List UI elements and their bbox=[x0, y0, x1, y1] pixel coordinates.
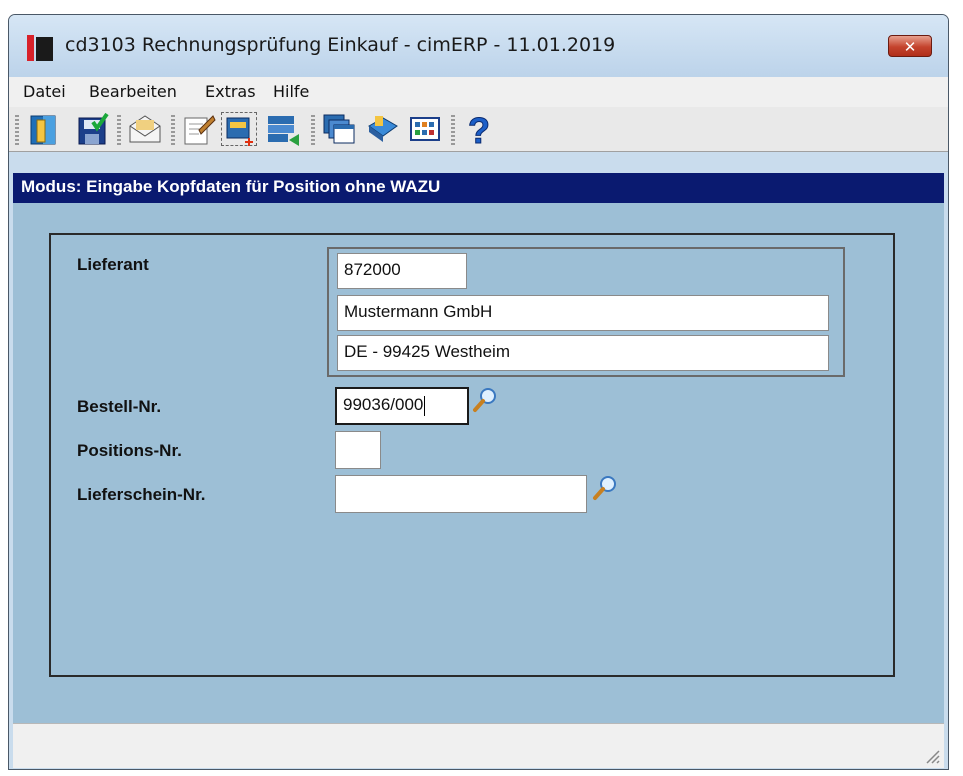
text-caret bbox=[424, 395, 426, 416]
mode-bar: Modus: Eingabe Kopfdaten für Position oh… bbox=[13, 173, 944, 203]
position-label: Positions-Nr. bbox=[77, 441, 182, 460]
new-record-icon[interactable] bbox=[221, 112, 257, 146]
supplier-address-field: DE - 99425 Westheim bbox=[337, 335, 829, 371]
grid-view-icon[interactable] bbox=[407, 112, 443, 146]
toolbar: ? bbox=[9, 107, 948, 152]
import-list-icon[interactable] bbox=[265, 112, 301, 146]
status-bar bbox=[13, 723, 944, 768]
mail-icon[interactable] bbox=[127, 112, 163, 146]
menu-bearbeiten[interactable]: Bearbeiten bbox=[89, 82, 177, 101]
mode-text: Modus: Eingabe Kopfdaten für Position oh… bbox=[21, 177, 441, 196]
close-button[interactable]: ✕ bbox=[888, 35, 932, 57]
order-search-icon[interactable] bbox=[471, 385, 499, 413]
delivery-search-icon[interactable] bbox=[591, 473, 619, 501]
exit-door-icon[interactable] bbox=[27, 112, 63, 146]
menu-hilfe[interactable]: Hilfe bbox=[273, 82, 309, 101]
save-icon[interactable] bbox=[75, 112, 111, 146]
title-bar[interactable]: cd3103 Rechnungsprüfung Einkauf - cimERP… bbox=[9, 15, 948, 77]
help-icon[interactable]: ? bbox=[461, 112, 497, 146]
app-icon bbox=[27, 35, 53, 61]
menu-extras[interactable]: Extras bbox=[205, 82, 256, 101]
supplier-label: Lieferant bbox=[77, 255, 149, 274]
resize-grip-icon[interactable] bbox=[922, 746, 940, 764]
main-window: cd3103 Rechnungsprüfung Einkauf - cimERP… bbox=[8, 14, 949, 770]
order-number-input[interactable]: 99036/000 bbox=[335, 387, 469, 425]
position-number-input[interactable] bbox=[335, 431, 381, 469]
svg-text:?: ? bbox=[468, 112, 490, 146]
order-label: Bestell-Nr. bbox=[77, 397, 162, 416]
window-title: cd3103 Rechnungsprüfung Einkauf - cimERP… bbox=[65, 34, 616, 56]
delivery-note-input[interactable] bbox=[335, 475, 587, 513]
edit-document-icon[interactable] bbox=[181, 112, 217, 146]
supplier-box: 872000 Mustermann GmbH DE - 99425 Westhe… bbox=[327, 247, 845, 377]
content-area: Lieferant 872000 Mustermann GmbH DE - 99… bbox=[13, 203, 944, 723]
windows-icon[interactable] bbox=[321, 112, 357, 146]
supplier-number-field[interactable]: 872000 bbox=[337, 253, 467, 289]
header-panel: Lieferant 872000 Mustermann GmbH DE - 99… bbox=[49, 233, 895, 677]
menu-bar: Datei Bearbeiten Extras Hilfe bbox=[9, 77, 948, 108]
menu-datei[interactable]: Datei bbox=[23, 82, 66, 101]
order-number-value: 99036/000 bbox=[343, 395, 424, 414]
toolbar-grip bbox=[15, 115, 19, 145]
supplier-name-field: Mustermann GmbH bbox=[337, 295, 829, 331]
delivery-label: Lieferschein-Nr. bbox=[77, 485, 206, 504]
book-icon[interactable] bbox=[365, 112, 401, 146]
